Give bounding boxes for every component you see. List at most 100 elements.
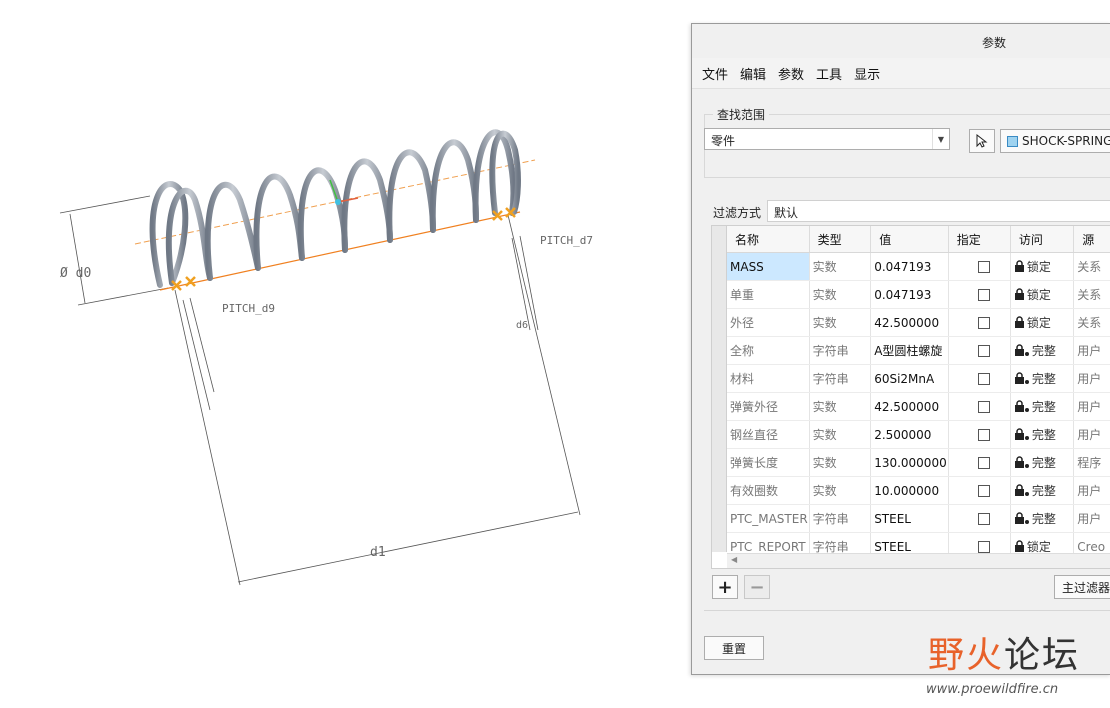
param-access[interactable]: 完整 [1010,420,1075,449]
designate-checkbox[interactable] [977,513,990,525]
menu-edit[interactable]: 编辑 [736,64,774,83]
param-name[interactable]: 单重 [727,280,810,309]
param-name[interactable]: 有效圈数 [727,476,810,505]
scroll-left-icon[interactable]: ◀ [731,555,737,564]
param-designate[interactable] [948,336,1011,365]
param-designate[interactable] [948,476,1011,505]
param-source[interactable]: 用户 [1073,420,1110,449]
pitch-small-label[interactable]: d6 [516,320,528,331]
param-value[interactable]: 2.500000 [870,420,949,449]
param-type[interactable]: 字符串 [809,504,872,533]
menu-tools[interactable]: 工具 [812,64,850,83]
table-row[interactable]: 有效圈数 实数 10.000000 完整 用户 [727,476,1110,505]
param-designate[interactable] [948,252,1011,281]
pitch-right-label[interactable]: PITCH_d7 [540,234,593,247]
param-value[interactable]: 60Si2MnA [870,364,949,393]
table-row[interactable]: MASS 实数 0.047193 锁定 关系 [727,252,1110,281]
param-source[interactable]: 用户 [1073,364,1110,393]
menu-parameters[interactable]: 参数 [774,64,812,83]
scope-select[interactable]: 零件 ▼ [704,128,950,150]
col-header-designate[interactable]: 指定 [948,226,1011,253]
param-source[interactable]: 关系 [1073,308,1110,337]
param-access[interactable]: 完整 [1010,504,1075,533]
col-header-name[interactable]: 名称 [727,226,810,253]
designate-checkbox[interactable] [977,457,990,469]
param-designate[interactable] [948,308,1011,337]
param-type[interactable]: 字符串 [809,364,872,393]
param-type[interactable]: 实数 [809,476,872,505]
param-value[interactable]: 130.000000 [870,448,949,477]
designate-checkbox[interactable] [977,401,990,413]
filter-select[interactable]: 默认 [767,200,1110,222]
param-designate[interactable] [948,420,1011,449]
param-name[interactable]: 全称 [727,336,810,365]
param-type[interactable]: 实数 [809,280,872,309]
designate-checkbox[interactable] [977,289,990,301]
col-header-value[interactable]: 值 [870,226,949,253]
table-row[interactable]: 全称 字符串 A型圆柱螺旋 完整 用户 [727,336,1110,365]
param-value[interactable]: STEEL [870,504,949,533]
param-type[interactable]: 实数 [809,308,872,337]
param-access[interactable]: 锁定 [1010,308,1075,337]
param-source[interactable]: 关系 [1073,252,1110,281]
designate-checkbox[interactable] [977,373,990,385]
add-parameter-button[interactable]: + [712,575,738,599]
menu-display[interactable]: 显示 [850,64,888,83]
param-designate[interactable] [948,392,1011,421]
param-access[interactable]: 完整 [1010,392,1075,421]
title-bar[interactable]: 参数 [692,24,1110,58]
param-designate[interactable] [948,504,1011,533]
table-row[interactable]: 外径 实数 42.500000 锁定 关系 [727,308,1110,337]
designate-checkbox[interactable] [977,261,990,273]
param-name[interactable]: 弹簧外径 [727,392,810,421]
param-name[interactable]: 钢丝直径 [727,420,810,449]
param-source[interactable]: 用户 [1073,336,1110,365]
param-value[interactable]: 10.000000 [870,476,949,505]
designate-checkbox[interactable] [977,317,990,329]
dim-d1-label[interactable]: d1 [370,545,386,560]
param-access[interactable]: 完整 [1010,336,1075,365]
param-name[interactable]: PTC_MASTER [727,504,810,533]
param-value[interactable]: 42.500000 [870,308,949,337]
param-access[interactable]: 完整 [1010,476,1075,505]
menu-file[interactable]: 文件 [698,64,736,83]
dim-d0-label[interactable]: Ø d0 [60,266,91,281]
cad-viewport[interactable]: Ø d0 d1 PITCH_d9 PITCH_d7 d6 [0,0,690,708]
param-designate[interactable] [948,280,1011,309]
table-row[interactable]: 钢丝直径 实数 2.500000 完整 用户 [727,420,1110,449]
param-value[interactable]: A型圆柱螺旋 [870,336,949,365]
table-row[interactable]: 弹簧外径 实数 42.500000 完整 用户 [727,392,1110,421]
param-source[interactable]: 用户 [1073,392,1110,421]
table-row[interactable]: 弹簧长度 实数 130.000000 完整 程序 [727,448,1110,477]
col-header-source[interactable]: 源 [1073,226,1110,253]
param-designate[interactable] [948,364,1011,393]
param-type[interactable]: 实数 [809,252,872,281]
param-source[interactable]: 关系 [1073,280,1110,309]
param-type[interactable]: 实数 [809,448,872,477]
param-source[interactable]: 用户 [1073,504,1110,533]
param-source[interactable]: 程序 [1073,448,1110,477]
table-row[interactable]: 材料 字符串 60Si2MnA 完整 用户 [727,364,1110,393]
param-value[interactable]: 42.500000 [870,392,949,421]
param-value[interactable]: 0.047193 [870,280,949,309]
param-name[interactable]: 外径 [727,308,810,337]
param-access[interactable]: 完整 [1010,364,1075,393]
designate-checkbox[interactable] [977,429,990,441]
param-type[interactable]: 实数 [809,420,872,449]
designate-checkbox[interactable] [977,345,990,357]
col-header-access[interactable]: 访问 [1010,226,1075,253]
param-access[interactable]: 完整 [1010,448,1075,477]
pitch-left-label[interactable]: PITCH_d9 [222,302,275,315]
param-source[interactable]: 用户 [1073,476,1110,505]
reset-button[interactable]: 重置 [704,636,764,660]
param-type[interactable]: 实数 [809,392,872,421]
param-name[interactable]: 材料 [727,364,810,393]
param-name[interactable]: 弹簧长度 [727,448,810,477]
param-type[interactable]: 字符串 [809,336,872,365]
table-row[interactable]: 单重 实数 0.047193 锁定 关系 [727,280,1110,309]
designate-checkbox[interactable] [977,485,990,497]
part-selector-button[interactable]: SHOCK-SPRING [1000,129,1110,153]
param-value[interactable]: 0.047193 [870,252,949,281]
pick-object-button[interactable] [969,129,995,153]
chevron-down-icon[interactable]: ▼ [932,129,949,149]
